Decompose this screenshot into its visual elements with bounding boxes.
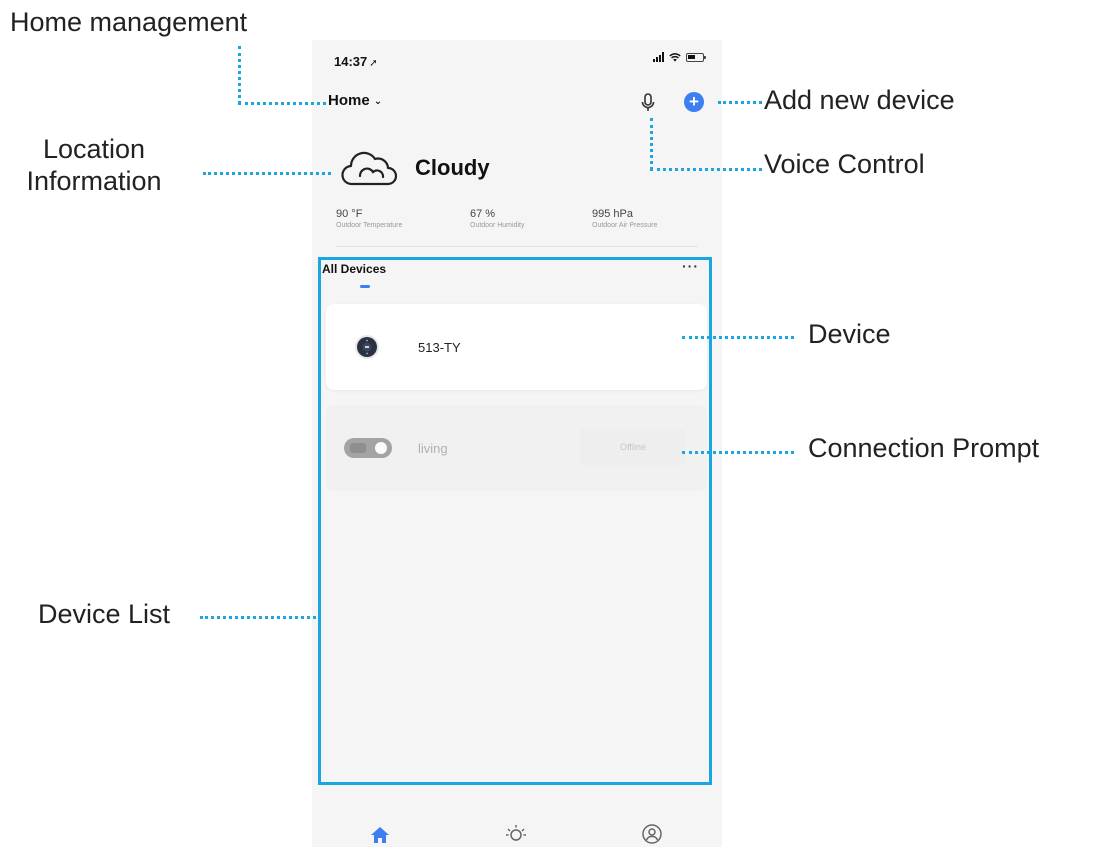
device-card-513-ty[interactable]: 513-TY — [326, 304, 707, 390]
cellular-signal-icon — [653, 52, 664, 62]
annotation-location-information: Location Information — [4, 133, 184, 198]
home-label: Home — [328, 92, 370, 109]
chevron-down-icon: ⌄ — [373, 96, 383, 107]
scene-sun-icon[interactable] — [504, 822, 528, 846]
status-bar: 14:37 ➚ — [312, 40, 722, 84]
annotation-line: Information — [26, 166, 162, 197]
location-arrow-icon: ➚ — [369, 58, 378, 69]
home-selector[interactable]: Home ⌄ — [328, 92, 382, 109]
active-tab-indicator — [360, 285, 370, 288]
leader-line — [682, 451, 794, 454]
metric-value: 90 °F — [336, 208, 363, 220]
leader-line — [200, 616, 316, 619]
device-name: 513-TY — [418, 340, 461, 355]
smart-switch-icon — [344, 438, 392, 458]
bottom-tab-bar — [312, 812, 722, 847]
wifi-icon — [669, 53, 681, 62]
device-name: living — [418, 441, 448, 456]
leader-line — [203, 172, 331, 175]
cloud-icon — [341, 151, 398, 186]
app-screen: 14:37 ➚ Home ⌄ + Cloudy 90 °F Outdoor Te… — [312, 40, 722, 847]
device-card-living[interactable]: living Offline — [326, 405, 707, 491]
leader-line — [650, 118, 653, 170]
leader-line — [238, 46, 241, 104]
leader-line — [718, 101, 762, 104]
metric-label: Outdoor Humidity — [470, 222, 525, 229]
annotation-device: Device — [808, 319, 891, 349]
annotation-line: Location — [42, 134, 146, 164]
clock-text: 14:37 — [334, 54, 368, 69]
leader-line — [238, 102, 326, 105]
metric-label: Outdoor Temperature — [336, 222, 403, 229]
battery-icon — [686, 52, 706, 62]
add-device-button[interactable]: + — [684, 92, 704, 112]
annotation-connection-prompt: Connection Prompt — [808, 433, 1040, 463]
more-options-icon[interactable]: ··· — [682, 258, 699, 274]
weather-condition: Cloudy — [415, 155, 490, 180]
divider — [336, 246, 698, 247]
leader-line — [650, 168, 762, 171]
home-icon[interactable] — [368, 822, 392, 846]
metric-value: 67 % — [470, 208, 496, 220]
annotation-device-list: Device List — [38, 599, 171, 629]
plus-icon: + — [689, 92, 699, 111]
weather-metrics: 90 °F Outdoor Temperature 67 % Outdoor H… — [336, 208, 696, 238]
tab-all-devices[interactable]: All Devices — [322, 262, 386, 276]
metric-label: Outdoor Air Pressure — [592, 222, 658, 229]
annotation-add-new-device: Add new device — [764, 85, 955, 115]
leader-line — [682, 336, 794, 339]
annotation-home-management: Home management — [10, 7, 248, 37]
thermostat-icon — [355, 335, 379, 359]
outdoor-humidity: 67 % Outdoor Humidity — [470, 208, 524, 229]
annotation-voice-control: Voice Control — [764, 149, 925, 179]
status-icons — [653, 52, 706, 62]
offline-status-badge: Offline — [580, 429, 686, 465]
metric-value: 995 hPa — [592, 208, 633, 220]
microphone-icon[interactable] — [639, 92, 657, 114]
outdoor-temperature: 90 °F Outdoor Temperature — [336, 208, 402, 229]
outdoor-air-pressure: 995 hPa Outdoor Air Pressure — [592, 208, 657, 229]
profile-icon[interactable] — [640, 822, 664, 846]
status-time: 14:37 ➚ — [334, 54, 378, 69]
